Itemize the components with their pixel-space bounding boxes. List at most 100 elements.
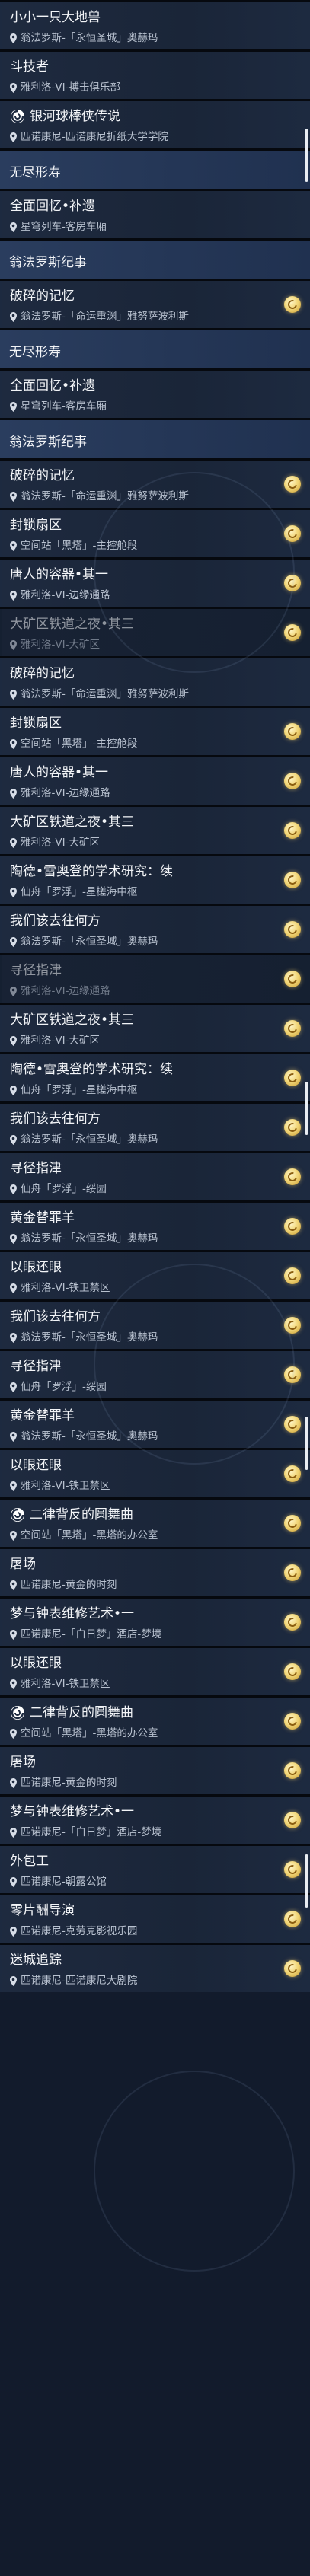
track-quest-icon[interactable] [284, 1070, 301, 1086]
track-quest-icon[interactable] [284, 1663, 301, 1680]
location-pin-icon [10, 936, 17, 947]
quest-row[interactable]: 封锁扇区 空间站「黑塔」-主控舱段 [0, 510, 310, 557]
quest-row[interactable]: 唐人的容器•其一 雅利洛-VI-边缘通路 [0, 757, 310, 805]
track-quest-icon[interactable] [284, 921, 301, 938]
quest-title-text: 银河球棒侠传说 [30, 109, 120, 124]
quest-row[interactable]: 零片酬导演 匹诺康尼-克劳克影视乐园 [0, 1895, 310, 1943]
scrollbar-thumb[interactable] [305, 1417, 308, 1470]
scrollbar-thumb[interactable] [305, 129, 308, 182]
quest-row[interactable]: 大矿区铁道之夜•其三 雅利洛-VI-大矿区 [0, 1005, 310, 1052]
quest-row[interactable]: 陶德•雷奥登的学术研究：续 仙舟「罗浮」-星槎海中枢 [0, 856, 310, 904]
track-quest-icon[interactable] [284, 476, 301, 493]
scrollbar-thumb[interactable] [305, 1854, 308, 1908]
quest-row[interactable]: 小小一只大地兽 翁法罗斯-「永恒圣城」奥赫玛 [0, 2, 310, 49]
track-quest-icon[interactable] [284, 723, 301, 740]
quest-row[interactable]: 斗技者 雅利洛-VI-搏击俱乐部 [0, 52, 310, 99]
track-quest-icon[interactable] [284, 872, 301, 888]
track-quest-icon[interactable] [284, 1267, 301, 1284]
quest-row[interactable]: 我们该去往何方 翁法罗斯-「永恒圣城」奥赫玛 [0, 1104, 310, 1151]
category-header[interactable]: 无尽形寿 [0, 151, 310, 189]
quest-location-text: 仙舟「罗浮」-绥园 [21, 1381, 107, 1393]
quest-title-text: 迷城追踪 [10, 1953, 62, 1968]
quest-title-text: 破碎的记忆 [10, 666, 75, 681]
track-quest-icon[interactable] [284, 1911, 301, 1927]
quest-location-text: 雅利洛-VI-大矿区 [21, 639, 100, 651]
track-quest-icon[interactable] [284, 1812, 301, 1828]
quest-row[interactable]: 大矿区铁道之夜•其三 雅利洛-VI-大矿区 [0, 609, 310, 656]
quest-title-text: 大矿区铁道之夜•其三 [10, 1012, 135, 1028]
track-quest-icon[interactable] [284, 1218, 301, 1235]
track-quest-icon[interactable] [284, 1762, 301, 1779]
scrollbar-thumb[interactable] [305, 1082, 308, 1135]
quest-row[interactable]: 唐人的容器•其一 雅利洛-VI-边缘通路 [0, 560, 310, 607]
location-pin-icon [10, 1085, 17, 1095]
track-quest-icon[interactable] [284, 1366, 301, 1383]
quest-title: 陶德•雷奥登的学术研究：续 [10, 1061, 276, 1078]
track-quest-icon[interactable] [284, 525, 301, 542]
category-header[interactable]: 翁法罗斯纪事 [0, 241, 310, 279]
track-quest-icon[interactable] [284, 1960, 301, 1977]
track-quest-icon[interactable] [284, 1416, 301, 1433]
quest-row[interactable]: 破碎的记忆 翁法罗斯-「命运重渊」雅努萨波利斯 [0, 281, 310, 328]
quest-row[interactable]: 大矿区铁道之夜•其三 雅利洛-VI-大矿区 [0, 807, 310, 854]
quest-row[interactable]: 银河球棒侠传说匹诺康尼-匹诺康尼折纸大学学院 [0, 101, 310, 148]
quest-row[interactable]: 梦与钟表维修艺术•一 匹诺康尼-「白日梦」酒店-梦境 [0, 1797, 310, 1844]
quest-row[interactable]: 二律背反的圆舞曲 空间站「黑塔」-黑塔的办公室 [0, 1698, 310, 1745]
quest-row[interactable]: 全面回忆•补遗 星穹列车-客房车厢 [0, 191, 310, 238]
track-quest-icon[interactable] [284, 773, 301, 789]
quest-row[interactable]: 以眼还眼 雅利洛-VI-铁卫禁区 [0, 1252, 310, 1299]
track-quest-icon[interactable] [284, 1317, 301, 1334]
quest-row[interactable]: 我们该去往何方 翁法罗斯-「永恒圣城」奥赫玛 [0, 906, 310, 953]
quest-row[interactable]: 以眼还眼 雅利洛-VI-铁卫禁区 [0, 1648, 310, 1695]
quest-location: 仙舟「罗浮」-星槎海中枢 [10, 885, 276, 899]
quest-location: 雅利洛-VI-边缘通路 [10, 786, 276, 800]
quest-location-text: 匹诺康尼-「白日梦」酒店-梦境 [21, 1826, 162, 1838]
location-pin-icon [10, 788, 17, 799]
track-quest-icon[interactable] [284, 1515, 301, 1532]
track-quest-icon[interactable] [284, 1119, 301, 1136]
quest-title: 寻径指津 [10, 1358, 276, 1375]
category-header[interactable]: 无尽形寿 [0, 330, 310, 368]
track-quest-icon[interactable] [284, 822, 301, 839]
quest-location-text: 翁法罗斯-「永恒圣城」奥赫玛 [21, 936, 158, 948]
category-header[interactable]: 翁法罗斯纪事 [0, 420, 310, 458]
quest-row[interactable]: 二律背反的圆舞曲 空间站「黑塔」-黑塔的办公室 [0, 1500, 310, 1547]
location-pin-icon [10, 311, 17, 322]
track-quest-icon[interactable] [284, 575, 301, 591]
quest-row[interactable]: 陶德•雷奥登的学术研究：续 仙舟「罗浮」-星槎海中枢 [0, 1054, 310, 1101]
track-quest-icon[interactable] [284, 1168, 301, 1185]
track-quest-icon[interactable] [284, 1465, 301, 1482]
quest-location-text: 翁法罗斯-「永恒圣城」奥赫玛 [21, 1430, 158, 1443]
quest-row[interactable]: 封锁扇区 空间站「黑塔」-主控舱段 [0, 708, 310, 755]
quest-title: 小小一只大地兽 [10, 9, 276, 26]
background-emblem-icon [94, 2071, 295, 2272]
quest-row[interactable]: 黄金替罪羊 翁法罗斯-「永恒圣城」奥赫玛 [0, 1203, 310, 1250]
quest-row[interactable]: 屠场 匹诺康尼-黄金的时刻 [0, 1747, 310, 1794]
quest-row[interactable]: 外包工 匹诺康尼-朝露公馆 [0, 1846, 310, 1893]
track-quest-icon[interactable] [284, 1614, 301, 1631]
track-quest-icon[interactable] [284, 296, 301, 313]
quest-row[interactable]: 全面回忆•补遗 星穹列车-客房车厢 [0, 371, 310, 418]
quest-row[interactable]: 破碎的记忆 翁法罗斯-「命运重渊」雅努萨波利斯 [0, 461, 310, 508]
quest-row[interactable]: 以眼还眼 雅利洛-VI-铁卫禁区 [0, 1450, 310, 1497]
track-quest-icon[interactable] [284, 971, 301, 987]
quest-location-text: 匹诺康尼-匹诺康尼折纸大学学院 [21, 131, 168, 143]
location-pin-icon [10, 738, 17, 749]
track-quest-icon[interactable] [284, 1861, 301, 1878]
quest-row[interactable]: 黄金替罪羊翁法罗斯-「永恒圣城」奥赫玛 [0, 1401, 310, 1448]
location-pin-icon [10, 1382, 17, 1392]
track-quest-icon[interactable] [284, 1564, 301, 1581]
quest-title-text: 黄金替罪羊 [10, 1408, 75, 1423]
quest-row[interactable]: 迷城追踪 匹诺康尼-匹诺康尼大剧院 [0, 1945, 310, 1992]
quest-row[interactable]: 寻径指津 仙舟「罗浮」-绥园 [0, 1153, 310, 1200]
quest-row[interactable]: 寻径指津 雅利洛-VI-边缘通路 [0, 955, 310, 1003]
track-quest-icon[interactable] [284, 1020, 301, 1037]
quest-row[interactable]: 梦与钟表维修艺术•一 匹诺康尼-「白日梦」酒店-梦境 [0, 1599, 310, 1646]
category-header-label: 无尽形寿 [9, 345, 61, 360]
quest-row[interactable]: 寻径指津仙舟「罗浮」-绥园 [0, 1351, 310, 1398]
quest-row[interactable]: 我们该去往何方 翁法罗斯-「永恒圣城」奥赫玛 [0, 1302, 310, 1349]
track-quest-icon[interactable] [284, 624, 301, 641]
quest-row[interactable]: 屠场 匹诺康尼-黄金的时刻 [0, 1549, 310, 1596]
quest-row[interactable]: 破碎的记忆 翁法罗斯-「命运重渊」雅努萨波利斯 [0, 658, 310, 706]
track-quest-icon[interactable] [284, 1713, 301, 1730]
